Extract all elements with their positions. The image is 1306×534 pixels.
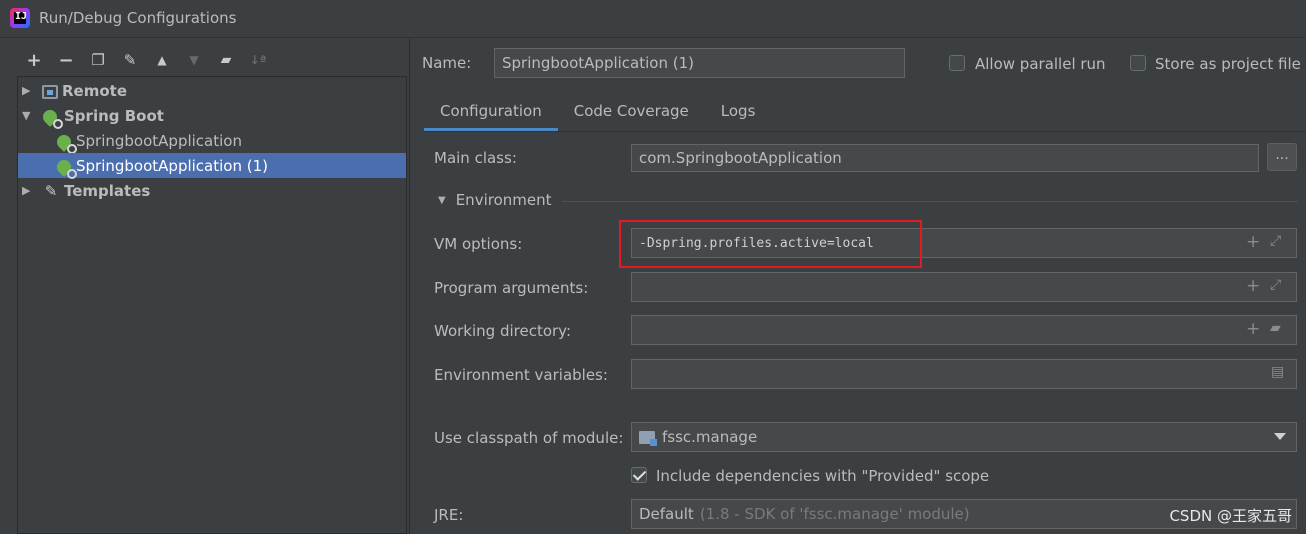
store-as-project-label: Store as project file bbox=[1155, 55, 1301, 73]
browse-main-class-button[interactable]: ... bbox=[1267, 143, 1297, 171]
intellij-app-icon: IJ bbox=[10, 8, 30, 28]
add-icon[interactable]: + bbox=[1246, 276, 1260, 296]
name-label: Name: bbox=[422, 54, 472, 72]
expand-icon[interactable]: ⤢ bbox=[1270, 277, 1281, 293]
tree-item-spring-boot[interactable]: ▼ Spring Boot bbox=[18, 103, 406, 129]
edit-list-icon[interactable]: ▤ bbox=[1271, 364, 1284, 380]
config-tree: ▶ Remote ▼ Spring Boot SpringbootApplica… bbox=[17, 76, 407, 534]
collapse-arrow-icon[interactable]: ▼ bbox=[22, 109, 34, 122]
main-class-field[interactable]: com.SpringbootApplication bbox=[631, 144, 1259, 172]
tabs-divider bbox=[424, 131, 1306, 132]
tab-logs[interactable]: Logs bbox=[705, 91, 772, 131]
spring-boot-icon bbox=[54, 156, 77, 179]
tree-item-templates[interactable]: ▶ ✎ Templates bbox=[18, 178, 406, 203]
expand-arrow-icon[interactable]: ▶ bbox=[22, 184, 34, 197]
wrench-icon: ✎ bbox=[44, 181, 58, 200]
chevron-down-icon bbox=[1274, 433, 1286, 440]
spring-boot-icon bbox=[54, 131, 77, 154]
working-directory-field[interactable] bbox=[631, 315, 1297, 345]
classpath-module-select[interactable]: fssc.manage bbox=[631, 422, 1297, 452]
tree-item-springbootapplication-1[interactable]: SpringbootApplication (1) bbox=[18, 153, 406, 179]
tree-item-label: SpringbootApplication bbox=[76, 131, 242, 150]
store-as-project-checkbox[interactable] bbox=[1130, 55, 1146, 71]
vm-options-label: VM options: bbox=[434, 235, 523, 253]
allow-parallel-checkbox[interactable] bbox=[949, 55, 965, 71]
classpath-label: Use classpath of module: bbox=[434, 429, 624, 447]
collapse-arrow-icon: ▼ bbox=[438, 194, 446, 206]
tree-item-label: SpringbootApplication (1) bbox=[76, 156, 268, 175]
expand-arrow-icon[interactable]: ▶ bbox=[22, 84, 34, 97]
main-class-value: com.SpringbootApplication bbox=[639, 149, 842, 167]
watermark: CSDN @王家五哥 bbox=[1169, 507, 1292, 525]
program-arguments-label: Program arguments: bbox=[434, 279, 589, 297]
spring-boot-icon bbox=[40, 106, 63, 129]
config-editor-panel: Name: SpringbootApplication (1) Allow pa… bbox=[410, 39, 1306, 534]
move-up-icon[interactable]: ▲ bbox=[146, 48, 178, 72]
jre-detail: (1.8 - SDK of 'fssc.manage' module) bbox=[699, 505, 970, 523]
folder-icon[interactable]: ▰ bbox=[1270, 320, 1281, 336]
name-field-value: SpringbootApplication (1) bbox=[502, 54, 694, 72]
tree-item-label: Remote bbox=[62, 81, 128, 100]
add-icon[interactable]: + bbox=[1246, 319, 1260, 339]
add-icon[interactable]: + bbox=[18, 48, 50, 72]
remove-icon[interactable]: − bbox=[50, 48, 82, 72]
environment-section-toggle[interactable]: ▼ Environment bbox=[438, 191, 551, 209]
environment-variables-field[interactable] bbox=[631, 359, 1297, 389]
add-icon[interactable]: + bbox=[1246, 232, 1260, 252]
new-folder-icon[interactable]: ▰ bbox=[210, 48, 242, 72]
window-title: Run/Debug Configurations bbox=[39, 9, 237, 27]
include-provided-checkbox[interactable] bbox=[631, 467, 647, 483]
tree-item-springbootapplication[interactable]: SpringbootApplication bbox=[18, 128, 406, 154]
config-tabs: Configuration Code Coverage Logs bbox=[424, 91, 771, 131]
remote-icon bbox=[42, 84, 58, 99]
environment-section-label: Environment bbox=[455, 191, 552, 209]
move-down-icon[interactable]: ▼ bbox=[178, 48, 210, 72]
module-folder-icon bbox=[639, 430, 657, 446]
expand-icon[interactable]: ⤢ bbox=[1270, 233, 1281, 249]
section-divider bbox=[562, 201, 1298, 202]
tree-toolbar: + − ❐ ✎ ▲ ▼ ▰ ↓ª bbox=[18, 48, 274, 72]
wrench-icon[interactable]: ✎ bbox=[114, 48, 146, 72]
title-bar: IJ Run/Debug Configurations bbox=[0, 0, 1306, 38]
highlight-box bbox=[619, 220, 922, 268]
config-tree-panel: + − ❐ ✎ ▲ ▼ ▰ ↓ª ▶ Remote ▼ Spring Boot … bbox=[0, 39, 409, 534]
main-class-label: Main class: bbox=[434, 149, 517, 167]
tab-configuration[interactable]: Configuration bbox=[424, 91, 558, 131]
tab-code-coverage[interactable]: Code Coverage bbox=[558, 91, 705, 131]
tree-item-label: Spring Boot bbox=[64, 106, 164, 125]
program-arguments-field[interactable] bbox=[631, 272, 1297, 302]
working-directory-label: Working directory: bbox=[434, 322, 572, 340]
jre-value: Default bbox=[639, 505, 694, 523]
name-field[interactable]: SpringbootApplication (1) bbox=[494, 48, 905, 78]
jre-label: JRE: bbox=[434, 506, 464, 524]
copy-icon[interactable]: ❐ bbox=[82, 48, 114, 72]
sort-icon[interactable]: ↓ª bbox=[242, 48, 274, 72]
include-provided-label: Include dependencies with "Provided" sco… bbox=[656, 467, 990, 485]
classpath-module-value: fssc.manage bbox=[662, 428, 758, 446]
tree-item-remote[interactable]: ▶ Remote bbox=[18, 78, 406, 103]
tree-item-label: Templates bbox=[64, 181, 151, 200]
environment-variables-label: Environment variables: bbox=[434, 366, 608, 384]
allow-parallel-label: Allow parallel run bbox=[975, 55, 1106, 73]
